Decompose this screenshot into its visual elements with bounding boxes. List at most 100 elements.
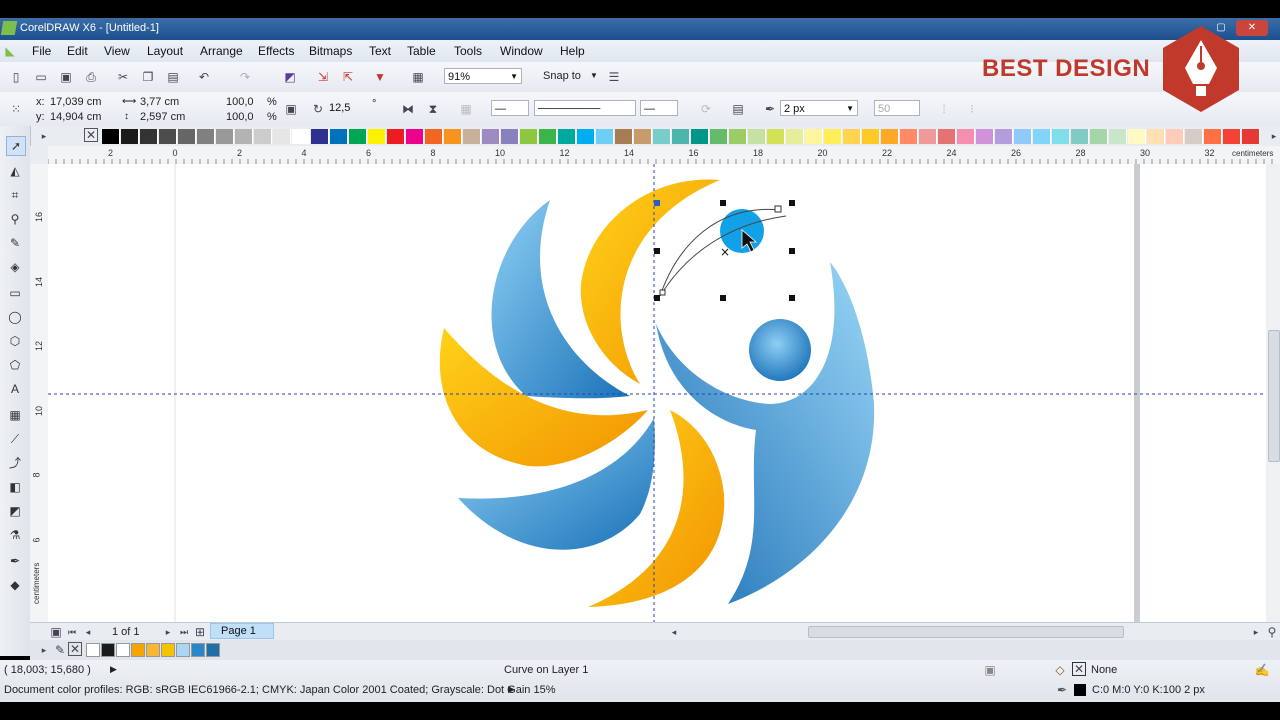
palette-swatch[interactable] (862, 129, 880, 144)
document-palette-swatch[interactable] (86, 643, 100, 657)
previous-page-icon[interactable]: ◂ (80, 624, 96, 640)
eyedropper-tool-icon[interactable]: ⚗ (6, 526, 24, 544)
palette-swatch[interactable] (1166, 129, 1184, 144)
no-color-swatch[interactable]: ✕ (84, 128, 98, 142)
page-tab[interactable]: Page 1 (210, 623, 274, 639)
vertical-scrollbar[interactable] (1266, 164, 1280, 622)
palette-swatch[interactable] (349, 129, 367, 144)
document-palette-swatch[interactable] (191, 643, 205, 657)
palette-swatch[interactable] (387, 129, 405, 144)
curve-node[interactable] (659, 289, 666, 296)
menu-help[interactable]: Help (560, 44, 585, 58)
smart-fill-tool-icon[interactable]: ◈ (6, 258, 24, 276)
document-palette-swatch[interactable] (101, 643, 115, 657)
palette-swatch[interactable] (1109, 129, 1127, 144)
eyedropper-icon[interactable]: ✎ (52, 642, 68, 658)
menu-file[interactable]: File (32, 44, 51, 58)
freehand-tool-icon[interactable]: ✎ (6, 234, 24, 252)
palette-swatch[interactable] (311, 129, 329, 144)
palette-swatch[interactable] (691, 129, 709, 144)
basic-shapes-tool-icon[interactable]: ⬠ (6, 356, 24, 374)
height-field[interactable]: 2,597 cm (140, 111, 185, 123)
options-icon[interactable]: ☰ (606, 69, 622, 85)
palette-swatch[interactable] (1014, 129, 1032, 144)
palette-swatch[interactable] (501, 129, 519, 144)
palette-swatch[interactable] (577, 129, 595, 144)
palette-swatch[interactable] (140, 129, 158, 144)
lock-ratio-icon[interactable]: ▣ (283, 101, 299, 117)
palette-swatch[interactable] (843, 129, 861, 144)
navigator-zoom-icon[interactable]: ⚲ (1264, 624, 1280, 640)
scroll-left-icon[interactable]: ◂ (666, 624, 682, 640)
dimension-tool-icon[interactable]: ⟋ (6, 430, 24, 448)
drawing-canvas[interactable]: × (48, 164, 1268, 622)
play-icon[interactable]: ▶ (508, 684, 515, 695)
vertical-ruler[interactable]: centimeters 16 14 12 10 8 6 (30, 164, 49, 622)
palette-swatch[interactable] (1052, 129, 1070, 144)
blend-tool-icon[interactable]: ◧ (6, 478, 24, 496)
palette-swatch[interactable] (767, 129, 785, 144)
mirror-horizontal-icon[interactable]: ⧓ (400, 101, 416, 117)
document-palette-swatch[interactable] (206, 643, 220, 657)
cut-icon[interactable]: ✂ (115, 69, 131, 85)
palette-swatch[interactable] (786, 129, 804, 144)
menu-layout[interactable]: Layout (147, 44, 183, 58)
undo-icon[interactable]: ↶ (196, 69, 212, 85)
zoom-level-select[interactable]: 91% ▼ (444, 68, 522, 84)
palette-swatch[interactable] (1185, 129, 1203, 144)
paste-icon[interactable]: ▤ (165, 69, 181, 85)
palette-swatch[interactable] (368, 129, 386, 144)
palette-swatch[interactable] (216, 129, 234, 144)
palette-swatch[interactable] (178, 129, 196, 144)
document-palette-swatch[interactable] (116, 643, 130, 657)
palette-swatch[interactable] (672, 129, 690, 144)
rotation-center-marker[interactable]: × (720, 245, 730, 259)
palette-swatch[interactable] (273, 129, 291, 144)
open-icon[interactable]: ▭ (33, 69, 49, 85)
rectangle-tool-icon[interactable]: ▭ (6, 284, 24, 302)
first-page-icon[interactable]: ⏮ (64, 624, 80, 640)
palette-swatch[interactable] (444, 129, 462, 144)
search-content-icon[interactable]: ◩ (282, 69, 298, 85)
document-palette-swatch[interactable] (161, 643, 175, 657)
table-tool-icon[interactable]: ▦ (6, 406, 24, 424)
curve-smoothing-field[interactable]: 50 (874, 100, 920, 116)
crop-tool-icon[interactable]: ⌗ (6, 186, 24, 204)
no-color-swatch[interactable]: ✕ (68, 642, 82, 656)
app-menu-icon[interactable]: ◣ (2, 43, 18, 59)
palette-swatch[interactable] (330, 129, 348, 144)
menu-window[interactable]: Window (500, 44, 543, 58)
save-icon[interactable]: ▣ (58, 69, 74, 85)
ellipse-tool-icon[interactable]: ◯ (6, 308, 24, 326)
palette-swatch[interactable] (729, 129, 747, 144)
next-page-icon[interactable]: ▸ (160, 624, 176, 640)
palette-swatch[interactable] (463, 129, 481, 144)
menu-edit[interactable]: Edit (67, 44, 88, 58)
palette-swatch[interactable] (254, 129, 272, 144)
rotation-field[interactable]: 12,5 (326, 100, 368, 116)
palette-swatch[interactable] (539, 129, 557, 144)
palette-swatch[interactable] (805, 129, 823, 144)
close-curve-icon[interactable]: ▦ (458, 101, 474, 117)
line-style-select[interactable]: ──────── (534, 100, 636, 116)
x-position-field[interactable]: 17,039 cm (50, 96, 101, 108)
palette-swatch[interactable] (710, 129, 728, 144)
palette-swatch[interactable] (425, 129, 443, 144)
menu-tools[interactable]: Tools (454, 44, 482, 58)
ruler-corner[interactable] (30, 146, 48, 164)
outline-tool-icon[interactable]: ✒ (6, 552, 24, 570)
width-field[interactable]: 3,77 cm (140, 96, 179, 108)
mirror-vertical-icon[interactable]: ⧗ (425, 101, 441, 117)
palette-swatch[interactable] (197, 129, 215, 144)
print-icon[interactable]: ⎙ (83, 69, 99, 85)
menu-text[interactable]: Text (369, 44, 391, 58)
palette-swatch[interactable] (558, 129, 576, 144)
import-icon[interactable]: ⇲ (315, 69, 331, 85)
palette-swatch[interactable] (235, 129, 253, 144)
palette-swatch[interactable] (976, 129, 994, 144)
curve-node[interactable] (774, 205, 782, 213)
last-page-icon[interactable]: ⏭ (176, 624, 192, 640)
palette-swatch[interactable] (748, 129, 766, 144)
palette-swatch[interactable] (1128, 129, 1146, 144)
menu-table[interactable]: Table (407, 44, 436, 58)
